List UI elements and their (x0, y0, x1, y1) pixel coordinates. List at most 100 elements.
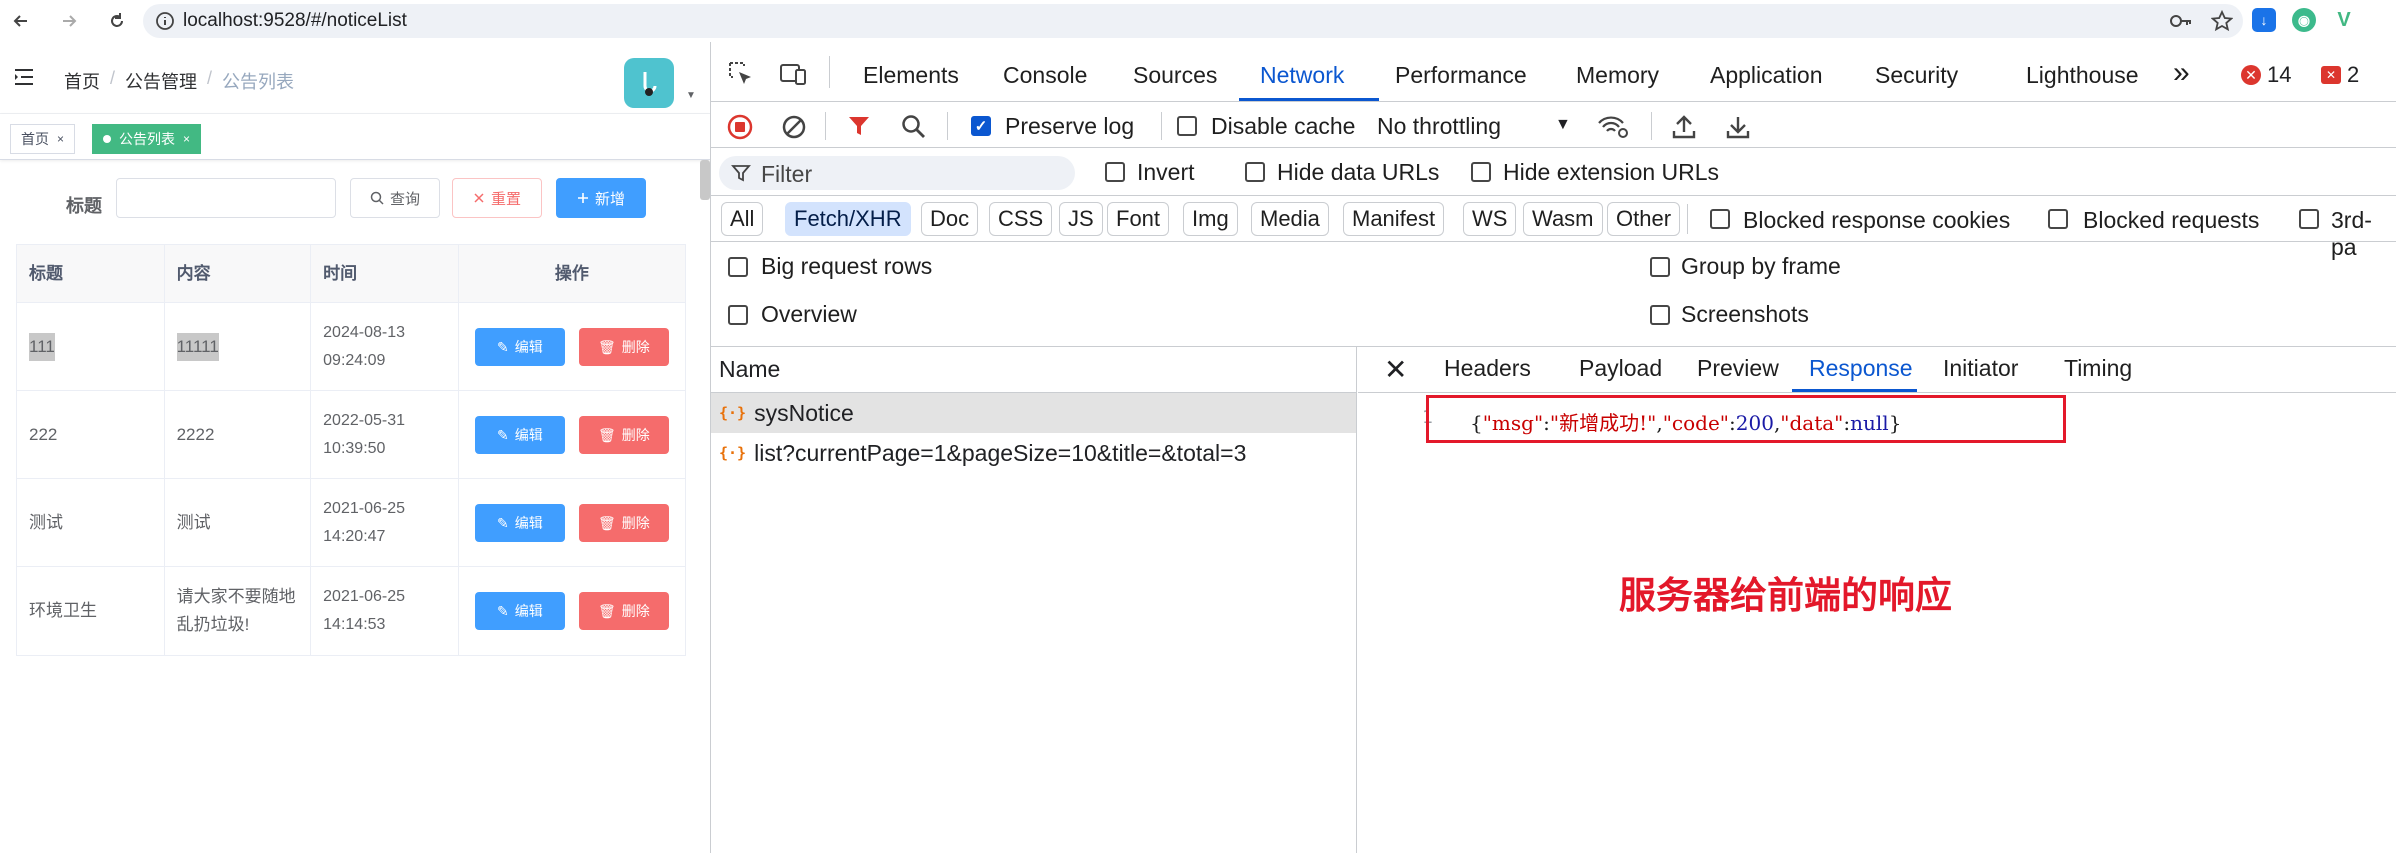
tab-memory[interactable]: Memory (1576, 62, 1659, 89)
issue-count-badge[interactable]: ✕ 2 (2321, 62, 2359, 88)
search-icon[interactable] (901, 114, 927, 145)
delete-button[interactable]: 🗑 删除 (578, 327, 669, 366)
third-party-checkbox[interactable] (2299, 209, 2319, 229)
big-request-rows-checkbox[interactable] (728, 257, 748, 277)
delete-button[interactable]: 🗑 删除 (578, 503, 669, 542)
type-chip-other[interactable]: Other (1607, 202, 1681, 236)
tab-lighthouse[interactable]: Lighthouse (2026, 62, 2139, 89)
type-chip-media[interactable]: Media (1251, 202, 1329, 236)
type-chip-ws[interactable]: WS (1463, 202, 1517, 236)
search-button[interactable]: 查询 (350, 178, 440, 218)
close-icon[interactable]: × (183, 132, 190, 146)
tab-elements[interactable]: Elements (863, 62, 959, 89)
disable-cache-checkbox[interactable] (1177, 116, 1197, 136)
edit-button[interactable]: ✎ 编辑 (474, 415, 565, 454)
hamburger-icon[interactable] (14, 68, 34, 91)
tag-home[interactable]: 首页 × (10, 124, 76, 154)
edit-button[interactable]: ✎ 编辑 (474, 503, 565, 542)
clear-icon[interactable] (781, 114, 807, 145)
invert-checkbox[interactable] (1105, 162, 1125, 182)
filter-funnel-icon[interactable] (847, 114, 871, 143)
record-stop-icon[interactable] (727, 114, 753, 145)
edit-button[interactable]: ✎ 编辑 (474, 327, 565, 366)
site-info-icon[interactable] (155, 11, 175, 31)
type-chip-css[interactable]: CSS (989, 202, 1053, 236)
type-chip-img[interactable]: Img (1183, 202, 1238, 236)
download-icon[interactable]: ↓ (2252, 8, 2276, 32)
hide-extension-urls-checkbox[interactable] (1471, 162, 1491, 182)
tab-application[interactable]: Application (1710, 62, 1823, 89)
tab-network[interactable]: Network (1260, 62, 1344, 89)
preserve-log-checkbox[interactable]: ✓ (971, 116, 991, 136)
divider (825, 112, 826, 140)
big-request-rows-label: Big request rows (761, 253, 933, 279)
tab-console[interactable]: Console (1003, 62, 1087, 89)
tab-performance[interactable]: Performance (1395, 62, 1527, 89)
delete-button[interactable]: 🗑 删除 (578, 415, 669, 454)
tab-response[interactable]: Response (1809, 355, 1913, 382)
close-icon[interactable]: ✕ (1384, 353, 1407, 386)
password-key-icon[interactable] (2169, 10, 2193, 32)
title-input[interactable] (116, 178, 336, 218)
type-chip-fetch-xhr[interactable]: Fetch/XHR (785, 202, 911, 236)
caret-down-icon[interactable]: ▼ (686, 90, 696, 101)
blocked-requests-checkbox[interactable] (2048, 209, 2068, 229)
reset-button[interactable]: 重置 (452, 178, 542, 218)
type-chip-all[interactable]: All (721, 202, 764, 236)
title-label: 标题 (66, 196, 102, 216)
tab-payload[interactable]: Payload (1579, 355, 1662, 382)
tab-security[interactable]: Security (1875, 62, 1958, 89)
plus-icon (577, 193, 588, 203)
tab-timing[interactable]: Timing (2064, 355, 2132, 382)
type-chip-manifest[interactable]: Manifest (1343, 202, 1445, 236)
tab-sources[interactable]: Sources (1133, 62, 1217, 89)
overview-checkbox[interactable] (728, 305, 748, 325)
request-row[interactable]: {·} sysNotice (711, 393, 1356, 433)
network-conditions-icon[interactable] (1597, 114, 1629, 145)
avatar[interactable] (624, 58, 674, 108)
add-button[interactable]: 新增 (556, 178, 646, 218)
filter-input[interactable]: Filter (719, 156, 1075, 190)
export-har-icon[interactable] (1725, 114, 1751, 145)
caret-down-icon[interactable]: ▼ (1555, 116, 1571, 134)
breadcrumb-home[interactable]: 首页 (64, 68, 100, 94)
edit-button[interactable]: ✎ 编辑 (474, 592, 565, 630)
close-icon[interactable]: × (57, 132, 64, 146)
request-name: sysNotice (754, 399, 854, 426)
filter-placeholder: Filter (761, 161, 813, 187)
tab-headers[interactable]: Headers (1444, 355, 1531, 382)
delete-button[interactable]: 🗑 删除 (578, 592, 669, 630)
address-bar[interactable]: localhost:9528/#/noticeList (143, 4, 2243, 38)
column-header-content: 内容 (165, 245, 312, 302)
vue-devtools-icon[interactable]: V (2332, 8, 2356, 32)
tag-notice-list[interactable]: 公告列表 × (92, 124, 202, 154)
reload-button[interactable] (104, 8, 130, 34)
device-toolbar-icon[interactable] (779, 60, 807, 93)
tab-preview[interactable]: Preview (1697, 355, 1779, 382)
hide-data-urls-checkbox[interactable] (1245, 162, 1265, 182)
forward-button[interactable] (56, 8, 82, 34)
name-column-header[interactable]: Name (711, 347, 1356, 393)
throttling-select[interactable]: No throttling (1377, 113, 1501, 140)
group-by-frame-checkbox[interactable] (1650, 257, 1670, 277)
xhr-icon: {·} (719, 444, 747, 462)
blocked-cookies-checkbox[interactable] (1710, 209, 1730, 229)
request-pane: Name {·} sysNotice {·} list?currentPage=… (711, 346, 2396, 853)
error-count-badge[interactable]: ✕ 14 (2241, 62, 2291, 88)
screenshots-checkbox[interactable] (1650, 305, 1670, 325)
inspect-element-icon[interactable] (727, 60, 755, 93)
type-chip-font[interactable]: Font (1107, 202, 1170, 236)
edit-label: 编辑 (514, 426, 543, 443)
bookmark-star-icon[interactable] (2211, 10, 2233, 32)
import-har-icon[interactable] (1671, 114, 1697, 145)
more-tabs-icon[interactable]: » (2173, 56, 2190, 90)
type-chip-doc[interactable]: Doc (921, 202, 979, 236)
back-button[interactable] (8, 8, 34, 34)
tab-initiator[interactable]: Initiator (1943, 355, 2018, 382)
type-chip-wasm[interactable]: Wasm (1523, 202, 1603, 236)
cell-content: 测试 (165, 479, 312, 566)
breadcrumb-notice-management[interactable]: 公告管理 (125, 68, 197, 94)
extension-green-icon[interactable]: ◉ (2292, 8, 2316, 32)
request-row[interactable]: {·} list?currentPage=1&pageSize=10&title… (711, 433, 1356, 473)
type-chip-js[interactable]: JS (1059, 202, 1103, 236)
